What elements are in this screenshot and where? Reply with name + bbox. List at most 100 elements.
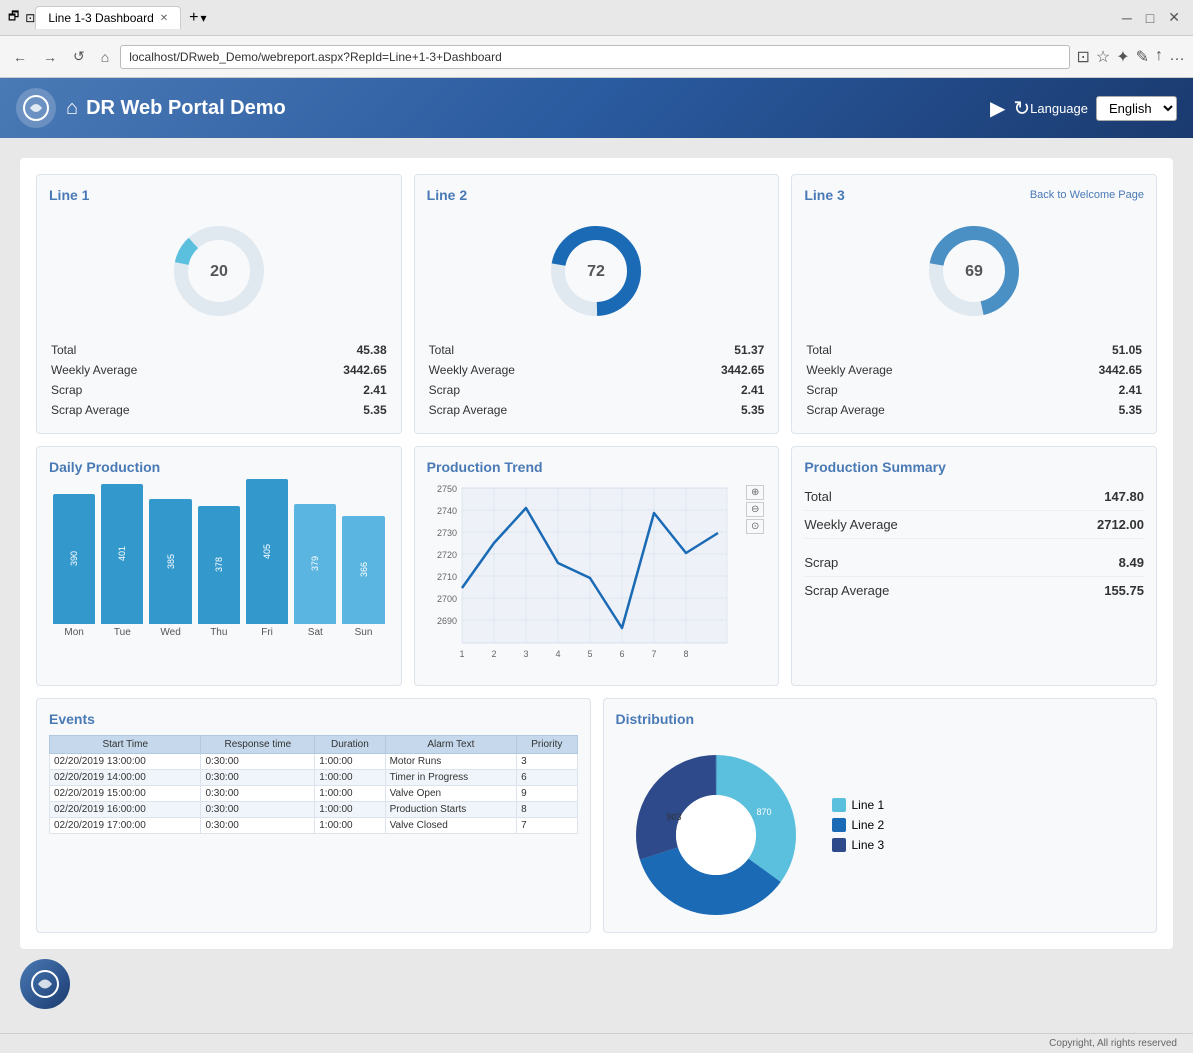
new-tab-button[interactable]: +: [189, 9, 198, 27]
tab-close-button[interactable]: ✕: [160, 13, 168, 24]
line3-title: Line 3: [804, 187, 844, 203]
footer-logo: [20, 959, 70, 1009]
col-alarm-text: Alarm Text: [385, 736, 517, 754]
legend-color-line3: [832, 838, 846, 852]
summary-scrap: Scrap 8.49: [804, 549, 1144, 577]
app-header: ⌂ DR Web Portal Demo ▶ ↻ Language Englis…: [0, 78, 1193, 138]
language-select[interactable]: English: [1096, 96, 1177, 121]
footer: Copyright, All rights reserved: [0, 1033, 1193, 1053]
legend-line1: Line 1: [832, 798, 885, 812]
bar-mon-fill: 390: [53, 494, 95, 624]
distribution-title: Distribution: [616, 711, 1145, 727]
language-label: Language: [1030, 101, 1088, 116]
refresh-button[interactable]: ↺: [68, 46, 90, 67]
zoom-out-button[interactable]: ⊖: [746, 502, 764, 517]
maximize-button[interactable]: □: [1141, 7, 1159, 28]
events-table: Start Time Response time Duration Alarm …: [49, 735, 578, 834]
trend-chart-svg: 2750 2740 2730 2720 2710 2700 2690 1 2 3…: [427, 483, 737, 668]
forward-button[interactable]: →: [38, 47, 62, 67]
app-title: DR Web Portal Demo: [86, 97, 980, 120]
svg-text:20: 20: [210, 263, 228, 280]
tab-title: Line 1-3 Dashboard: [48, 11, 153, 25]
col-response-time: Response time: [201, 736, 315, 754]
tab-list-button[interactable]: ▾: [200, 11, 206, 25]
home-button[interactable]: ⌂: [96, 47, 114, 67]
share-icon[interactable]: ↑: [1155, 47, 1163, 67]
hub-icon[interactable]: ✦: [1116, 47, 1129, 67]
table-row: 02/20/2019 17:00:000:30:001:00:00Valve C…: [50, 818, 578, 834]
line3-stats: Total51.05 Weekly Average3442.65 Scrap2.…: [804, 339, 1144, 421]
table-row: 02/20/2019 15:00:000:30:001:00:00Valve O…: [50, 786, 578, 802]
svg-text:6: 6: [619, 649, 624, 659]
svg-text:870: 870: [756, 807, 771, 817]
address-bar[interactable]: [120, 45, 1070, 69]
more-icon[interactable]: …: [1169, 47, 1185, 67]
production-summary-card: Production Summary Total 147.80 Weekly A…: [791, 446, 1157, 686]
bar-sat: 379 Sat: [294, 504, 336, 638]
events-title: Events: [49, 711, 578, 727]
svg-text:2700: 2700: [437, 594, 457, 604]
nav-icons: ⊡ ☆ ✦ ✎ ↑ …: [1076, 47, 1185, 67]
home-icon[interactable]: ⌂: [66, 97, 78, 120]
middle-row: Daily Production 390 Mon 401 Tue: [36, 446, 1157, 686]
line1-card: Line 1 20 Total45.38 Weekly Average3442.…: [36, 174, 402, 434]
legend-color-line1: [832, 798, 846, 812]
back-link[interactable]: Back to Welcome Page: [1030, 189, 1144, 201]
svg-text:8: 8: [683, 649, 688, 659]
line2-donut: 72: [427, 211, 767, 331]
main-content: Line 1 20 Total45.38 Weekly Average3442.…: [0, 138, 1193, 1033]
svg-text:2: 2: [491, 649, 496, 659]
pen-icon[interactable]: ✎: [1136, 47, 1149, 67]
svg-text:4: 4: [555, 649, 560, 659]
app-controls: ▶ ↻: [990, 96, 1030, 121]
distribution-legend: Line 1 Line 2 Line 3: [832, 798, 885, 858]
line1-donut: 20: [49, 211, 389, 331]
browser-nav: ← → ↺ ⌂ ⊡ ☆ ✦ ✎ ↑ …: [0, 36, 1193, 78]
dashboard-container: Line 1 20 Total45.38 Weekly Average3442.…: [20, 158, 1173, 949]
language-section: Language English: [1030, 96, 1177, 121]
svg-text:2740: 2740: [437, 506, 457, 516]
browser-tab[interactable]: Line 1-3 Dashboard ✕: [35, 6, 181, 29]
bar-thu: 378 Thu: [198, 506, 240, 638]
bar-thu-fill: 378: [198, 506, 240, 624]
minimize-button[interactable]: ─: [1117, 7, 1137, 28]
svg-text:3: 3: [523, 649, 528, 659]
bar-chart: 390 Mon 401 Tue 385 Wed: [49, 483, 389, 638]
production-trend-card: Production Trend ⊕ ⊖ ⊙: [414, 446, 780, 686]
zoom-reset-button[interactable]: ⊙: [746, 519, 764, 534]
line1-title: Line 1: [49, 187, 389, 203]
distribution-content: 903 870 Line 1 Line 2: [616, 735, 1145, 920]
copyright-text: Copyright, All rights reserved: [1049, 1038, 1177, 1049]
bar-fri-fill: 405: [246, 479, 288, 624]
summary-weekly-avg: Weekly Average 2712.00: [804, 511, 1144, 539]
svg-text:69: 69: [965, 263, 983, 280]
daily-production-card: Daily Production 390 Mon 401 Tue: [36, 446, 402, 686]
tab-icon: 🗗: [8, 7, 19, 28]
line2-card: Line 2 72 Total51.37 Weekly Average3442.…: [414, 174, 780, 434]
summary-total: Total 147.80: [804, 483, 1144, 511]
reader-icon[interactable]: ⊡: [1076, 47, 1089, 67]
refresh-icon[interactable]: ↻: [1013, 96, 1030, 121]
bar-sun: 366 Sun: [342, 516, 384, 638]
svg-text:72: 72: [588, 263, 606, 280]
legend-color-line2: [832, 818, 846, 832]
zoom-in-button[interactable]: ⊕: [746, 485, 764, 500]
distribution-donut: 903 870: [616, 735, 816, 920]
bar-mon: 390 Mon: [53, 494, 95, 638]
app-logo: [16, 88, 56, 128]
svg-text:2720: 2720: [437, 550, 457, 560]
svg-text:1: 1: [459, 649, 464, 659]
col-start-time: Start Time: [50, 736, 201, 754]
bar-sun-fill: 366: [342, 516, 384, 624]
table-row: 02/20/2019 14:00:000:30:001:00:00Timer i…: [50, 770, 578, 786]
back-button[interactable]: ←: [8, 47, 32, 67]
col-duration: Duration: [315, 736, 385, 754]
line1-stats: Total45.38 Weekly Average3442.65 Scrap2.…: [49, 339, 389, 421]
bookmark-icon[interactable]: ☆: [1096, 47, 1110, 67]
close-button[interactable]: ✕: [1163, 7, 1185, 28]
browser-titlebar: 🗗 ⊡ Line 1-3 Dashboard ✕ + ▾ ─ □ ✕: [0, 0, 1193, 36]
browser-frame: 🗗 ⊡ Line 1-3 Dashboard ✕ + ▾ ─ □ ✕ ← → ↺…: [0, 0, 1193, 78]
legend-line3: Line 3: [832, 838, 885, 852]
events-card: Events Start Time Response time Duration…: [36, 698, 591, 933]
play-icon[interactable]: ▶: [990, 96, 1005, 121]
